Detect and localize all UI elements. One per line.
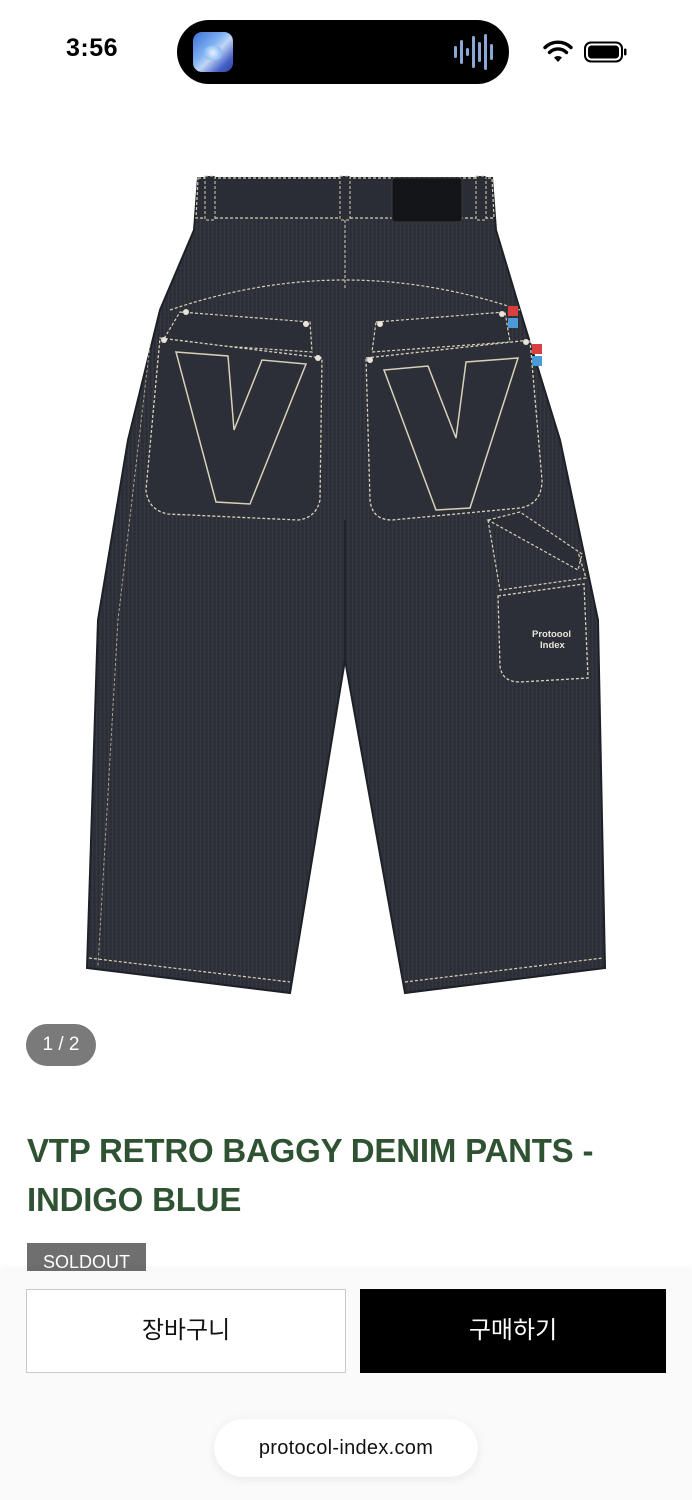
svg-text:Protoool: Protoool [532,629,571,640]
browser-url-bar[interactable]: protocol-index.com [214,1419,478,1477]
battery-icon [584,41,627,63]
product-image[interactable]: Protoool Index [0,100,692,1090]
wifi-icon [543,40,573,62]
denim-pants-illustration: Protoool Index [85,175,607,995]
status-time: 3:56 [66,34,119,62]
status-bar: 3:56 [0,0,692,100]
audio-waveform-icon [454,34,493,70]
dynamic-island[interactable] [177,20,509,84]
svg-text:Index: Index [540,640,566,651]
product-title: VTP RETRO BAGGY DENIM PANTS - INDIGO BLU… [27,1132,594,1218]
now-playing-app-icon[interactable] [193,32,233,72]
add-to-cart-button[interactable]: 장바구니 [26,1289,346,1373]
bottom-action-bar: 장바구니 구매하기 protocol-index.com [0,1271,692,1500]
image-counter: 1 / 2 [26,1024,96,1066]
soldout-badge: SOLDOUT [27,1243,147,1273]
buy-now-button[interactable]: 구매하기 [360,1289,666,1373]
